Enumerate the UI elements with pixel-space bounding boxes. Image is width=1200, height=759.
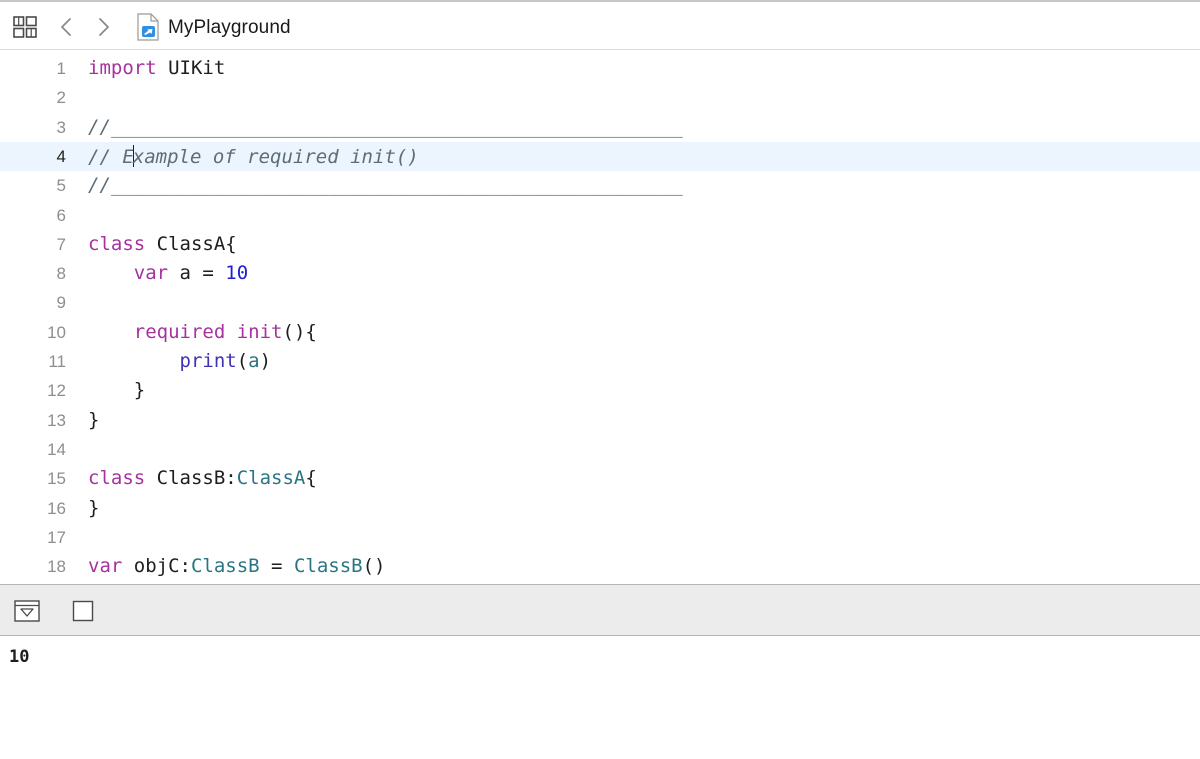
line-number: 8	[56, 264, 66, 284]
line-number: 17	[47, 527, 66, 547]
line-number: 10	[47, 322, 66, 342]
line-number: 12	[47, 381, 66, 401]
current-code-line[interactable]: 4 // Example of required init()	[0, 141, 1200, 172]
chevron-left-icon	[61, 18, 71, 36]
line-number: 13	[47, 410, 66, 430]
line-number: 6	[56, 205, 66, 225]
code-text[interactable]: //______________________________________…	[88, 116, 683, 138]
line-number: 4	[56, 146, 66, 166]
playground-toolbar: MyPlayground	[0, 0, 1200, 50]
chevron-right-icon	[99, 18, 109, 36]
checkbox-icon[interactable]	[72, 600, 94, 622]
code-line[interactable]: 8 var a = 10	[0, 259, 1200, 288]
code-line[interactable]: 11 print(a)	[0, 347, 1200, 376]
code-editor[interactable]: 1 import UIKit 2 3 //___________________…	[0, 54, 1200, 584]
code-line[interactable]: 7 class ClassA{	[0, 230, 1200, 259]
code-text[interactable]: }	[88, 497, 99, 519]
code-line[interactable]: 15 class ClassB:ClassA{	[0, 464, 1200, 493]
code-line[interactable]: 9	[0, 288, 1200, 317]
swift-file-icon	[137, 13, 159, 41]
code-text[interactable]: }	[88, 379, 145, 401]
code-line[interactable]: 2	[0, 83, 1200, 112]
code-text[interactable]: //______________________________________…	[88, 174, 683, 196]
line-number: 1	[56, 59, 66, 78]
code-text[interactable]: required init(){	[88, 321, 317, 343]
code-line[interactable]: 1 import UIKit	[0, 54, 1200, 83]
code-line[interactable]: 16 }	[0, 494, 1200, 523]
code-text[interactable]: class ClassA{	[88, 233, 237, 255]
forward-button[interactable]	[94, 14, 114, 40]
code-text[interactable]: var a = 10	[88, 262, 248, 284]
line-number: 5	[56, 176, 66, 196]
console-output-text: 10	[9, 647, 30, 667]
line-number: 18	[47, 557, 66, 577]
code-text[interactable]: import UIKit	[88, 57, 225, 79]
line-number: 11	[48, 352, 66, 371]
code-text[interactable]: print(a)	[88, 350, 272, 372]
code-text[interactable]: var objC:ClassB = ClassB()	[88, 555, 385, 577]
line-number: 7	[56, 234, 66, 254]
code-line[interactable]: 17	[0, 523, 1200, 552]
file-title: MyPlayground	[168, 17, 291, 38]
line-number: 9	[56, 293, 66, 313]
code-text[interactable]: class ClassB:ClassA{	[88, 467, 317, 489]
hide-debug-area-icon[interactable]	[14, 600, 40, 622]
line-number: 15	[47, 469, 66, 489]
code-text[interactable]: }	[88, 409, 99, 431]
code-line[interactable]: 6	[0, 201, 1200, 230]
grid-icon[interactable]	[13, 16, 37, 38]
code-line[interactable]: 5 //____________________________________…	[0, 171, 1200, 200]
line-number: 14	[47, 439, 66, 459]
code-line[interactable]: 12 }	[0, 376, 1200, 405]
code-line[interactable]: 14	[0, 435, 1200, 464]
code-line[interactable]: 3 //____________________________________…	[0, 113, 1200, 142]
code-line[interactable]: 13 }	[0, 406, 1200, 435]
back-button[interactable]	[56, 14, 76, 40]
line-number: 2	[56, 88, 66, 108]
code-line[interactable]: 18 var objC:ClassB = ClassB()	[0, 552, 1200, 581]
console-output-area[interactable]: 10	[0, 637, 1200, 759]
code-line[interactable]: 10 required init(){	[0, 318, 1200, 347]
line-number: 16	[47, 498, 66, 518]
text-cursor	[132, 144, 134, 167]
line-number: 3	[56, 117, 66, 137]
code-text[interactable]: // Example of required init()	[88, 144, 419, 168]
debug-bar	[0, 584, 1200, 636]
